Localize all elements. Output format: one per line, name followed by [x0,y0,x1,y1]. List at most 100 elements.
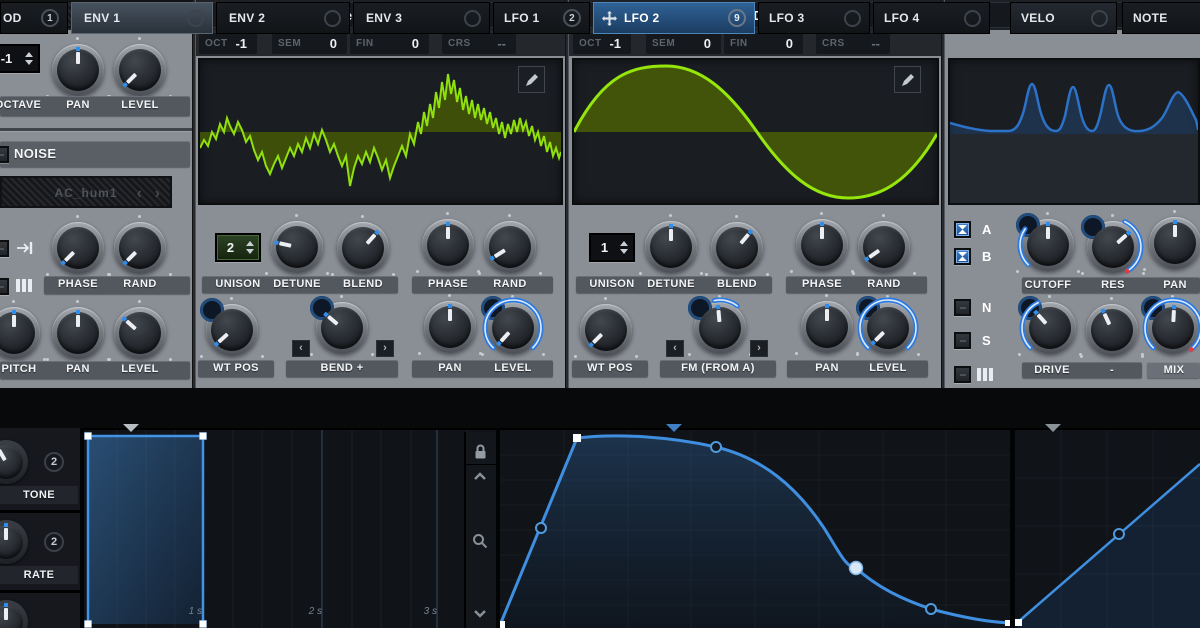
noise-pan2-label: PAN [46,363,110,375]
stepper-arrows-icon[interactable] [618,241,630,254]
filter-pan-knob[interactable] [1149,217,1200,269]
lfo2-editor[interactable] [500,428,1010,628]
osc-b-sem-field[interactable]: SEM0 [646,33,721,54]
osc-a-waveform-display[interactable] [198,58,563,205]
osc-a-level-knob[interactable] [487,302,539,354]
tone-knob[interactable] [0,440,28,484]
noise-next-icon[interactable]: › [155,185,160,203]
extra-knob[interactable] [0,600,28,628]
noise-rand-knob[interactable] [114,222,166,274]
osc-b-fm-knob[interactable] [694,302,746,354]
osc-a-phase-knob[interactable] [422,219,474,271]
osc-b-wtpos-knob[interactable] [580,304,632,356]
osc-b-rand-knob[interactable] [858,221,910,273]
osc-b-fm-next-button[interactable]: › [750,340,768,357]
zoom-button[interactable] [471,532,489,550]
filter-osc-a-checkbox[interactable] [954,221,971,238]
tab-note[interactable]: NOTE [1122,2,1200,34]
tab-lfo2[interactable]: LFO 2 9 [593,2,755,34]
filter-keytrack-checkbox[interactable] [954,366,971,383]
osc-b-waveform-display[interactable] [572,58,939,205]
tab-lfo3[interactable]: LFO 3 [758,2,870,34]
osc-b-fm-prev-button[interactable]: ‹ [666,340,684,357]
stepper-arrows-icon[interactable] [244,241,256,254]
collapse-up-button[interactable] [472,470,488,482]
osc-b-crs-field[interactable]: CRS-- [816,33,890,54]
stepper-arrows-icon[interactable] [23,52,35,65]
noise-sample-selector[interactable]: AC_hum1 ‹ › [0,176,172,208]
noise-keytrack-checkbox[interactable] [0,278,9,295]
filter-noise-checkbox[interactable] [954,299,971,316]
sub-octave-stepper[interactable]: -1 [0,44,40,73]
env-time-2s: 2 s [288,606,322,617]
tab-lfo1[interactable]: LFO 12 [493,2,590,34]
osc-b-phase-knob[interactable] [796,219,848,271]
osc-b-edit-button[interactable] [894,66,921,93]
osc-b-oct-field[interactable]: OCT-1 [573,33,631,54]
osc-a-blend-label: BLEND [331,278,395,290]
lock-button[interactable] [472,442,488,460]
filter-osc-b-checkbox[interactable] [954,248,971,265]
osc-a-fin-field[interactable]: FIN0 [350,33,429,54]
noise-pitch-label: PITCH [0,363,51,375]
filter-res-knob[interactable] [1087,221,1139,273]
filter-mix-knob[interactable] [1147,302,1199,354]
collapse-down-button[interactable] [472,608,488,620]
keyboard-icon [16,279,33,292]
osc-a-detune-knob[interactable] [271,221,323,273]
osc-a-crs-field[interactable]: CRS-- [442,33,516,54]
osc-a-rand-knob[interactable] [484,221,536,273]
osc-a-unison-stepper[interactable]: 2 [215,233,261,262]
noise-pan-knob[interactable] [52,307,104,359]
filter-sub-checkbox[interactable] [954,332,971,349]
osc-b-pan-knob[interactable] [801,301,853,353]
filter-response-display[interactable] [948,58,1200,205]
osc-b-rand-label: RAND [852,278,916,290]
osc-a-edit-button[interactable] [518,66,545,93]
pencil-icon [524,72,540,88]
velo-editor[interactable] [1015,428,1200,628]
tab-env2[interactable]: ENV 2 [216,2,350,34]
filter-sub-label: S [982,333,991,348]
noise-level-knob[interactable] [114,307,166,359]
sub-level-label: LEVEL [108,99,172,111]
mod-left-panel: 2 TONE 2 RATE [0,428,80,628]
column-divider [192,0,196,388]
osc-a-bend-next-button[interactable]: › [376,340,394,357]
osc-b-detune-knob[interactable] [645,221,697,273]
tab-lfo4[interactable]: LFO 4 [873,2,990,34]
sub-pan-knob[interactable] [52,44,104,96]
osc-a-sem-field[interactable]: SEM0 [272,33,347,54]
filter-res-label: RES [1081,279,1145,291]
osc-b-unison-stepper[interactable]: 1 [589,233,635,262]
chevron-down-icon [473,609,487,619]
osc-a-bend-prev-button[interactable]: ‹ [292,340,310,357]
move-icon[interactable] [602,11,617,26]
filter-drive-label: DRIVE [1020,364,1084,376]
tab-mod[interactable]: OD1 [0,2,68,34]
filter-fat-knob[interactable] [1086,304,1138,356]
filter-drive-knob[interactable] [1024,302,1076,354]
osc-a-blend-knob[interactable] [337,222,389,274]
lock-icon [473,443,488,460]
sub-level-knob[interactable] [114,44,166,96]
tab-env3[interactable]: ENV 3 [353,2,490,34]
filter-cutoff-label: CUTOFF [1016,279,1080,291]
noise-enable-checkbox[interactable] [0,146,9,163]
tab-env1[interactable]: ENV 1 [71,2,213,34]
noise-oneshot-checkbox[interactable] [0,240,9,257]
osc-a-oct-field[interactable]: OCT-1 [199,33,257,54]
osc-a-pan-knob[interactable] [424,301,476,353]
noise-prev-icon[interactable]: ‹ [137,185,142,203]
osc-b-level-knob[interactable] [862,302,914,354]
osc-b-fin-field[interactable]: FIN0 [724,33,803,54]
tab-velo[interactable]: VELO [1010,2,1117,34]
osc-a-wtpos-knob[interactable] [206,304,258,356]
env1-editor[interactable]: 1 s 2 s 3 s [84,428,496,628]
osc-b-blend-knob[interactable] [711,222,763,274]
noise-phase-knob[interactable] [52,222,104,274]
filter-cutoff-knob[interactable] [1022,219,1074,271]
osc-a-bend-knob[interactable] [316,302,368,354]
osc-a-bend-label: BEND + [310,362,374,374]
rate-knob[interactable] [0,520,28,564]
